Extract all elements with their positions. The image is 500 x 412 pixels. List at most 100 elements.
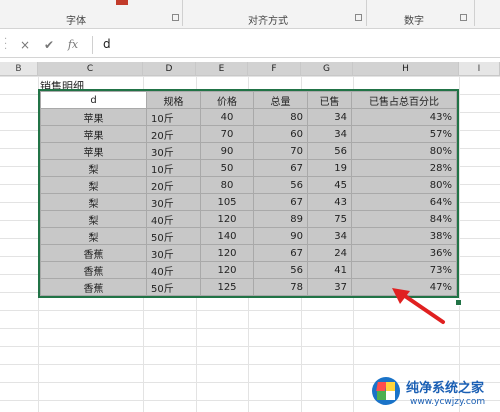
cell-sold[interactable]: 41 <box>307 261 352 279</box>
column-header-I[interactable]: I <box>459 62 500 76</box>
column-header-B[interactable]: B <box>0 62 38 76</box>
cell-product[interactable]: 梨 <box>40 159 147 177</box>
cell-spec[interactable]: 40斤 <box>146 210 201 228</box>
cell-price[interactable]: 50 <box>200 159 254 177</box>
cell-total[interactable]: 78 <box>253 278 308 296</box>
cell-product[interactable]: 香蕉 <box>40 261 147 279</box>
header-cell-spec[interactable]: 规格 <box>146 91 201 109</box>
cell-product[interactable]: 香蕉 <box>40 278 147 296</box>
cell-sold[interactable]: 37 <box>307 278 352 296</box>
cell-price[interactable]: 120 <box>200 261 254 279</box>
cell-sold[interactable]: 43 <box>307 193 352 211</box>
column-header-C[interactable]: C <box>38 62 143 76</box>
formula-input[interactable]: d <box>103 37 111 51</box>
watermark-url: www.ycwjzy.com <box>410 397 486 407</box>
cell-spec[interactable]: 40斤 <box>146 261 201 279</box>
column-header-H[interactable]: H <box>353 62 459 76</box>
cell-spec[interactable]: 30斤 <box>146 244 201 262</box>
cell-price[interactable]: 125 <box>200 278 254 296</box>
column-header-G[interactable]: G <box>301 62 353 76</box>
cell-spec[interactable]: 50斤 <box>146 278 201 296</box>
header-cell-sold[interactable]: 已售 <box>307 91 352 109</box>
cell-product[interactable]: 香蕉 <box>40 244 147 262</box>
column-header-D[interactable]: D <box>143 62 196 76</box>
cell-percent[interactable]: 43% <box>351 108 457 126</box>
cell-sold[interactable]: 19 <box>307 159 352 177</box>
cell-total[interactable]: 60 <box>253 125 308 143</box>
cell-sold[interactable]: 34 <box>307 125 352 143</box>
cell-price[interactable]: 120 <box>200 244 254 262</box>
cell-total[interactable]: 67 <box>253 244 308 262</box>
drag-handle-icon[interactable]: · · · <box>4 35 8 55</box>
table-row: 香蕉 30斤 120 67 24 36% <box>40 244 457 262</box>
cell-product[interactable]: 梨 <box>40 227 147 245</box>
cell-product[interactable]: 梨 <box>40 210 147 228</box>
cell-total[interactable]: 90 <box>253 227 308 245</box>
ribbon-group-font: 字体 <box>66 16 86 27</box>
active-cell[interactable]: d <box>40 91 147 109</box>
cell-price[interactable]: 70 <box>200 125 254 143</box>
cell-sold[interactable]: 45 <box>307 176 352 194</box>
cell-percent[interactable]: 80% <box>351 142 457 160</box>
cell-sold[interactable]: 24 <box>307 244 352 262</box>
insert-function-icon[interactable]: fx <box>64 37 82 53</box>
cell-product[interactable]: 梨 <box>40 193 147 211</box>
cell-product[interactable]: 苹果 <box>40 142 147 160</box>
column-header-F[interactable]: F <box>248 62 301 76</box>
table-row: 苹果 10斤 40 80 34 43% <box>40 108 457 126</box>
cell-percent[interactable]: 84% <box>351 210 457 228</box>
cell-product[interactable]: 梨 <box>40 176 147 194</box>
fill-handle[interactable] <box>455 299 462 306</box>
cell-percent[interactable]: 64% <box>351 193 457 211</box>
watermark-name: 纯净系统之家 <box>406 381 485 396</box>
cell-price[interactable]: 140 <box>200 227 254 245</box>
cell-percent[interactable]: 38% <box>351 227 457 245</box>
cell-product[interactable]: 苹果 <box>40 108 147 126</box>
table-row: 梨 30斤 105 67 43 64% <box>40 193 457 211</box>
cell-percent[interactable]: 36% <box>351 244 457 262</box>
cell-price[interactable]: 90 <box>200 142 254 160</box>
table-row: 梨 10斤 50 67 19 28% <box>40 159 457 177</box>
cell-total[interactable]: 80 <box>253 108 308 126</box>
header-cell-percent[interactable]: 已售占总百分比 <box>351 91 457 109</box>
cell-spec[interactable]: 20斤 <box>146 125 201 143</box>
cell-percent[interactable]: 28% <box>351 159 457 177</box>
number-dialog-launcher-icon[interactable] <box>460 14 467 21</box>
cell-sold[interactable]: 34 <box>307 227 352 245</box>
cell-spec[interactable]: 10斤 <box>146 108 201 126</box>
sales-table: d 规格 价格 总量 已售 已售占总百分比 苹果 10斤 40 80 34 43% 苹果 20… <box>40 91 457 296</box>
header-cell-total[interactable]: 总量 <box>253 91 308 109</box>
cell-total[interactable]: 89 <box>253 210 308 228</box>
cell-spec[interactable]: 50斤 <box>146 227 201 245</box>
cell-total[interactable]: 56 <box>253 261 308 279</box>
font-dialog-launcher-icon[interactable] <box>172 14 179 21</box>
cell-price[interactable]: 40 <box>200 108 254 126</box>
cell-percent[interactable]: 73% <box>351 261 457 279</box>
cancel-icon[interactable]: × <box>16 37 34 53</box>
alignment-dialog-launcher-icon[interactable] <box>355 14 362 21</box>
table-row: 苹果 20斤 70 60 34 57% <box>40 125 457 143</box>
cell-price[interactable]: 105 <box>200 193 254 211</box>
cell-spec[interactable]: 20斤 <box>146 176 201 194</box>
cell-total[interactable]: 70 <box>253 142 308 160</box>
cell-total[interactable]: 67 <box>253 193 308 211</box>
cell-spec[interactable]: 10斤 <box>146 159 201 177</box>
header-cell-price[interactable]: 价格 <box>200 91 254 109</box>
font-color-swatch[interactable] <box>116 0 128 5</box>
column-header-E[interactable]: E <box>196 62 248 76</box>
cell-sold[interactable]: 75 <box>307 210 352 228</box>
selected-range[interactable]: d 规格 价格 总量 已售 已售占总百分比 苹果 10斤 40 80 34 43% 苹果 20… <box>38 89 459 298</box>
cell-sold[interactable]: 56 <box>307 142 352 160</box>
cell-sold[interactable]: 34 <box>307 108 352 126</box>
grid-column-line <box>459 76 460 412</box>
cell-spec[interactable]: 30斤 <box>146 142 201 160</box>
cell-price[interactable]: 120 <box>200 210 254 228</box>
cell-total[interactable]: 67 <box>253 159 308 177</box>
confirm-icon[interactable]: ✔ <box>40 37 58 53</box>
cell-percent[interactable]: 80% <box>351 176 457 194</box>
cell-price[interactable]: 80 <box>200 176 254 194</box>
cell-percent[interactable]: 57% <box>351 125 457 143</box>
cell-spec[interactable]: 30斤 <box>146 193 201 211</box>
cell-product[interactable]: 苹果 <box>40 125 147 143</box>
cell-total[interactable]: 56 <box>253 176 308 194</box>
